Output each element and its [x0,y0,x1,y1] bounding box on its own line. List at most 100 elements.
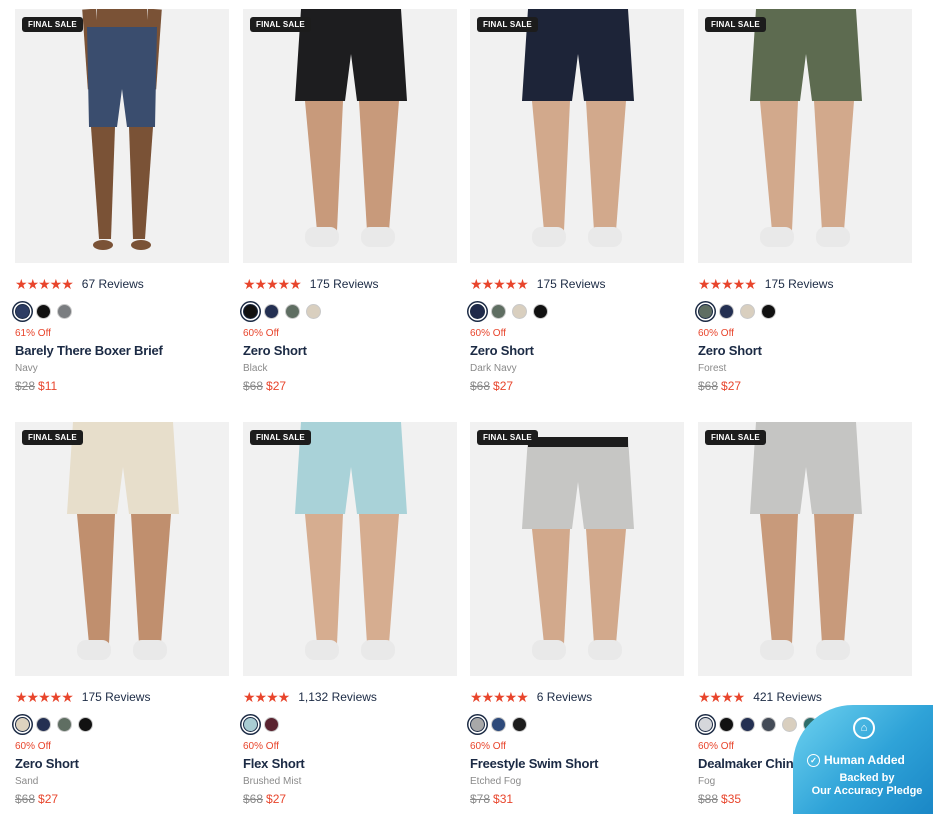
color-swatch[interactable] [264,717,279,732]
product-card[interactable]: FINAL SALE ★★★★★ 175 Reviews 60% Off Zer… [470,9,684,393]
final-sale-badge: FINAL SALE [22,17,83,32]
color-swatch[interactable] [36,304,51,319]
product-card[interactable]: FINAL SALE ★★★★★ 67 Reviews 61% Off Bare… [15,9,229,393]
color-swatch[interactable] [57,717,72,732]
original-price: $88 [698,792,719,806]
rating[interactable]: ★★★★ 1,132 Reviews [243,689,377,705]
color-swatch[interactable] [512,304,527,319]
product-image-figure [750,9,862,247]
color-swatch[interactable] [264,304,279,319]
product-card[interactable]: FINAL SALE ★★★★★ 175 Reviews 60% Off Zer… [15,422,229,806]
discount-label: 60% Off [243,741,279,752]
rating[interactable]: ★★★★★ 6 Reviews [470,689,592,705]
product-card[interactable]: FINAL SALE ★★★★ 1,132 Reviews 60% Off Fl… [243,422,457,806]
product-card[interactable]: FINAL SALE ★★★★ 421 Reviews + 5 more 60%… [698,422,912,806]
color-swatch[interactable] [15,717,30,732]
sale-price: $27 [38,792,59,806]
color-swatch[interactable] [57,304,72,319]
review-count[interactable]: 175 Reviews [310,277,379,291]
color-swatch[interactable] [36,717,51,732]
color-swatch[interactable] [306,304,321,319]
original-price: $68 [243,792,264,806]
rating[interactable]: ★★★★★ 175 Reviews [15,689,150,705]
color-swatch[interactable] [15,304,30,319]
pledge-text: Backed by Our Accuracy Pledge [811,772,923,797]
color-swatch[interactable] [285,304,300,319]
price: $68 $27 [243,792,286,806]
color-swatch[interactable] [740,304,755,319]
star-rating-icon: ★★★★★ [470,275,529,292]
accuracy-pledge-badge[interactable]: ⌂ ✓ Human Added Backed by Our Accuracy Pl… [793,705,933,814]
color-swatch[interactable] [512,717,527,732]
product-color: Fog [698,776,716,787]
product-name[interactable]: Barely There Boxer Brief [15,343,163,358]
rating[interactable]: ★★★★★ 175 Reviews [698,276,833,292]
price: $28 $11 [15,379,57,393]
original-price: $28 [15,379,36,393]
product-name[interactable]: Zero Short [698,343,762,358]
color-swatch[interactable] [243,717,258,732]
color-swatch[interactable] [470,304,485,319]
product-color: Sand [15,776,39,787]
product-name[interactable]: Freestyle Swim Short [470,756,598,771]
color-swatch[interactable] [782,717,797,732]
product-image-figure [295,422,407,660]
color-swatch[interactable] [470,717,485,732]
color-swatch[interactable] [719,717,734,732]
review-count[interactable]: 1,132 Reviews [298,690,377,704]
color-swatch[interactable] [698,304,713,319]
review-count[interactable]: 175 Reviews [82,690,151,704]
product-image[interactable]: FINAL SALE [698,9,912,263]
discount-label: 60% Off [470,328,506,339]
product-image[interactable]: FINAL SALE [470,422,684,676]
color-swatches [470,717,527,732]
product-image-figure [750,422,862,660]
color-swatch[interactable] [243,304,258,319]
product-card[interactable]: FINAL SALE ★★★★★ 175 Reviews 60% Off Zer… [243,9,457,393]
color-swatch[interactable] [698,717,713,732]
color-swatch[interactable] [761,717,776,732]
product-image[interactable]: FINAL SALE [15,9,229,263]
product-color: Black [243,363,268,374]
color-swatch[interactable] [491,717,506,732]
original-price: $68 [243,379,264,393]
color-swatch[interactable] [533,304,548,319]
color-swatches [243,717,279,732]
rating[interactable]: ★★★★★ 175 Reviews [470,276,605,292]
discount-label: 60% Off [470,741,506,752]
product-image[interactable]: FINAL SALE [243,9,457,263]
product-image[interactable]: FINAL SALE [243,422,457,676]
product-image[interactable]: FINAL SALE [470,9,684,263]
discount-label: 60% Off [243,328,279,339]
product-name[interactable]: Flex Short [243,756,305,771]
color-swatch[interactable] [761,304,776,319]
color-swatch[interactable] [740,717,755,732]
product-card[interactable]: FINAL SALE ★★★★★ 6 Reviews 60% Off Frees… [470,422,684,806]
product-name[interactable]: Zero Short [470,343,534,358]
final-sale-badge: FINAL SALE [250,17,311,32]
product-image[interactable]: FINAL SALE [698,422,912,676]
discount-label: 60% Off [698,741,734,752]
rating[interactable]: ★★★★ 421 Reviews [698,689,822,705]
product-name[interactable]: Zero Short [243,343,307,358]
discount-label: 60% Off [15,741,51,752]
product-image-figure [82,9,162,250]
color-swatch[interactable] [491,304,506,319]
color-swatch[interactable] [719,304,734,319]
final-sale-badge: FINAL SALE [250,430,311,445]
color-swatch[interactable] [78,717,93,732]
rating[interactable]: ★★★★★ 67 Reviews [15,276,144,292]
review-count[interactable]: 67 Reviews [82,277,144,291]
product-card[interactable]: FINAL SALE ★★★★★ 175 Reviews 60% Off Zer… [698,9,912,393]
product-image[interactable]: FINAL SALE [15,422,229,676]
product-color: Dark Navy [470,363,517,374]
product-name[interactable]: Zero Short [15,756,79,771]
review-count[interactable]: 421 Reviews [753,690,822,704]
product-color: Navy [15,363,38,374]
rating[interactable]: ★★★★★ 175 Reviews [243,276,378,292]
original-price: $68 [470,379,491,393]
review-count[interactable]: 175 Reviews [537,277,606,291]
review-count[interactable]: 6 Reviews [537,690,592,704]
product-color: Etched Fog [470,776,522,787]
review-count[interactable]: 175 Reviews [765,277,834,291]
